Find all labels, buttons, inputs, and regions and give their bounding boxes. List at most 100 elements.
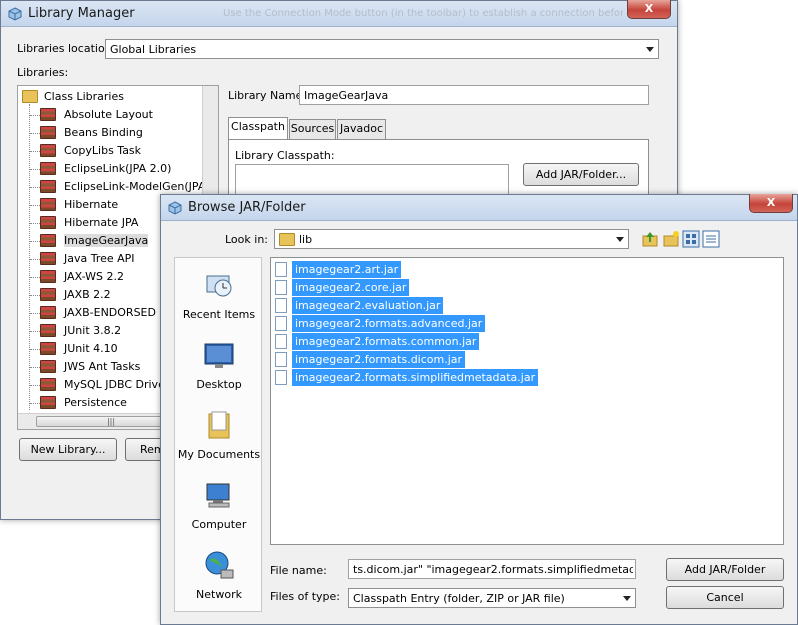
place-label: Computer — [191, 518, 247, 531]
library-books-icon — [40, 396, 56, 409]
tab-javadoc[interactable]: Javadoc — [337, 119, 386, 139]
jar-file-icon — [275, 334, 287, 349]
library-books-icon — [40, 180, 56, 193]
new-folder-icon[interactable] — [662, 230, 680, 248]
file-item-label: imagegear2.formats.simplifiedmetadata.ja… — [292, 369, 539, 386]
library-books-icon — [40, 378, 56, 391]
library-books-icon — [40, 270, 56, 283]
place-label: Recent Items — [182, 308, 256, 321]
netbeans-cube-icon — [168, 201, 182, 215]
tree-root-label: Class Libraries — [44, 90, 124, 103]
library-item-label: JAXB 2.2 — [64, 288, 111, 301]
library-books-icon — [40, 288, 56, 301]
chevron-down-icon — [646, 47, 654, 52]
file-name-value: ts.dicom.jar" "imagegear2.formats.simpli… — [353, 563, 633, 576]
file-item-label: imagegear2.formats.dicom.jar — [292, 351, 466, 368]
file-item-label: imagegear2.formats.advanced.jar — [292, 315, 486, 332]
background-hint-text: Use the Connection Mode button (in the t… — [223, 8, 623, 19]
library-books-icon — [40, 252, 56, 265]
library-item-label: JAX-WS 2.2 — [64, 270, 124, 283]
files-of-type-value: Classpath Entry (folder, ZIP or JAR file… — [353, 592, 565, 605]
desktop-icon — [204, 343, 234, 368]
library-name-label: Library Name: — [228, 89, 307, 102]
look-in-value: lib — [299, 233, 313, 246]
file-list[interactable]: imagegear2.art.jar imagegear2.core.jar ima… — [270, 257, 784, 545]
files-of-type-label: Files of type: — [270, 590, 341, 603]
new-library-button[interactable]: New Library... — [19, 438, 117, 461]
libraries-location-label: Libraries location: — [17, 42, 116, 55]
library-item-label: Beans Binding — [64, 126, 143, 139]
jar-file-icon — [275, 316, 287, 331]
close-icon: X — [644, 2, 654, 15]
place-label: My Documents — [177, 448, 261, 461]
libraries-label: Libraries: — [17, 66, 69, 79]
look-in-combo[interactable]: lib — [274, 229, 629, 249]
network-globe-icon — [205, 551, 234, 579]
place-label: Desktop — [196, 378, 242, 391]
library-item[interactable]: Beans Binding — [38, 124, 208, 142]
library-item[interactable]: CopyLibs Task — [38, 142, 208, 160]
cancel-button[interactable]: Cancel — [666, 586, 784, 609]
up-folder-icon[interactable] — [641, 230, 659, 248]
library-item[interactable]: EclipseLink(JPA 2.0) — [38, 160, 208, 178]
library-item-label: JUnit 4.10 — [64, 342, 118, 355]
computer-icon — [206, 483, 230, 508]
library-item-label: EclipseLink(JPA 2.0) — [64, 162, 172, 175]
dialog-close-button[interactable]: X — [749, 194, 793, 213]
close-button[interactable]: X — [627, 0, 671, 19]
library-manager-titlebar[interactable]: Library Manager Use the Connection Mode … — [1, 0, 677, 27]
tree-root-class-libraries[interactable]: Class Libraries — [22, 88, 202, 106]
place-my-documents[interactable]: My Documents — [175, 404, 263, 474]
chevron-down-icon — [616, 237, 624, 242]
browse-jar-folder-dialog: Browse JAR/Folder X Look in: lib Recent … — [160, 194, 798, 625]
place-recent-items[interactable]: Recent Items — [175, 264, 263, 334]
library-books-icon — [40, 324, 56, 337]
library-books-icon — [40, 144, 56, 157]
library-item-label: ImageGearJava — [64, 234, 149, 247]
add-jar-folder-confirm-button[interactable]: Add JAR/Folder — [666, 558, 784, 581]
file-name-label: File name: — [270, 564, 327, 577]
list-view-icon[interactable] — [682, 230, 700, 248]
libraries-location-combo[interactable]: Global Libraries — [105, 39, 659, 59]
window-title: Library Manager — [28, 6, 135, 21]
library-item-label: Hibernate — [64, 198, 119, 211]
place-network[interactable]: Network — [175, 544, 263, 614]
file-item-label: imagegear2.formats.common.jar — [292, 333, 480, 350]
library-books-icon — [40, 234, 56, 247]
folder-icon — [279, 233, 295, 246]
file-item-label: imagegear2.core.jar — [292, 279, 410, 296]
tree-connector-line — [29, 104, 30, 410]
file-name-field[interactable]: ts.dicom.jar" "imagegear2.formats.simpli… — [348, 559, 636, 579]
browse-dialog-titlebar[interactable]: Browse JAR/Folder X — [161, 194, 797, 221]
chevron-down-icon — [623, 596, 631, 601]
add-jar-folder-button[interactable]: Add JAR/Folder... — [523, 163, 639, 186]
jar-file-icon — [275, 370, 287, 385]
library-item-label: Hibernate JPA — [64, 216, 139, 229]
libraries-location-value: Global Libraries — [110, 43, 197, 56]
close-icon: X — [766, 196, 776, 209]
library-books-icon — [40, 198, 56, 211]
file-item-label: imagegear2.art.jar — [292, 261, 402, 278]
tab-sources[interactable]: Sources — [289, 119, 336, 139]
library-books-icon — [40, 306, 56, 319]
library-item-label: EclipseLink-ModelGen(JPA 2.0 — [64, 180, 219, 193]
library-item-label: Persistence — [64, 396, 127, 409]
place-desktop[interactable]: Desktop — [175, 334, 263, 404]
place-label: Network — [196, 588, 242, 601]
file-item-label: imagegear2.evaluation.jar — [292, 297, 444, 314]
library-name-field[interactable]: ImageGearJava — [299, 85, 649, 105]
jar-file-icon — [275, 298, 287, 313]
library-books-icon — [40, 108, 56, 121]
tab-classpath[interactable]: Classpath — [228, 117, 288, 139]
library-item-label: MySQL JDBC Driver — [64, 378, 170, 391]
details-view-icon[interactable] — [702, 230, 720, 248]
places-bar: Recent Items Desktop My Documents Comput… — [174, 257, 262, 612]
jar-file-icon — [275, 262, 287, 277]
library-books-icon — [40, 126, 56, 139]
place-computer[interactable]: Computer — [175, 474, 263, 544]
library-item[interactable]: Absolute Layout — [38, 106, 208, 124]
library-item-label: JUnit 3.8.2 — [64, 324, 122, 337]
files-of-type-combo[interactable]: Classpath Entry (folder, ZIP or JAR file… — [348, 588, 636, 608]
library-item-label: JWS Ant Tasks — [64, 360, 141, 373]
library-item-label: Absolute Layout — [64, 108, 153, 121]
